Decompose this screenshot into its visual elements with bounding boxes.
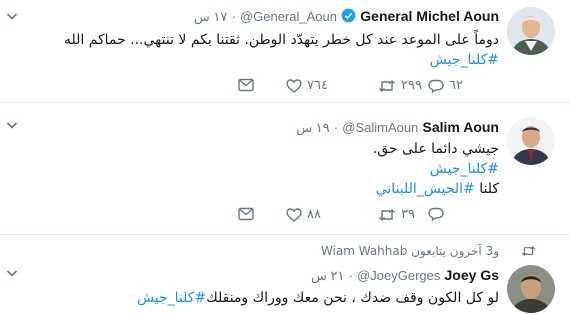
caret-down-icon[interactable] [6, 267, 18, 279]
reply-count: ٦٢ [449, 78, 463, 93]
tweet-actions: ٨٨ ٣٩ [238, 207, 498, 227]
retweet-count: ٣٩ [401, 207, 415, 222]
avatar[interactable] [507, 117, 555, 165]
social-context[interactable]: Wiam Wahhab و3 آخرون يتابعون [321, 244, 499, 258]
caret-down-icon[interactable] [6, 10, 18, 22]
tweet-header: ١٩ س · @SalimAoun Salim Aoun [296, 119, 500, 135]
message-icon [238, 207, 254, 221]
message-button[interactable] [238, 78, 254, 92]
avatar-photo [507, 117, 555, 165]
tweet-time[interactable]: ١٩ س [296, 120, 329, 135]
hashtag-link[interactable]: #الجيش_اللبناني [376, 181, 475, 197]
tweet-handle[interactable]: @General_Aoun [240, 9, 337, 24]
like-button[interactable]: ٧٦٤ [286, 78, 328, 93]
tweet-text-prefix: كلنا [479, 181, 499, 197]
tweet-text-line: جيشي دائما على حق. [372, 141, 499, 157]
tweet-handle[interactable]: @SalimAoun [342, 120, 418, 135]
retweet-icon [379, 79, 395, 92]
like-count: ٧٦٤ [307, 78, 328, 93]
tweet-time[interactable]: ١٧ س [194, 9, 227, 24]
tweet-text-line: دوماً على الموعد عند كل خطر يتهدّد الوطن… [63, 32, 499, 48]
like-count: ٨٨ [307, 207, 321, 222]
retweet-count: ٢٩٩ [401, 78, 422, 93]
caret-down-icon[interactable] [6, 119, 18, 131]
message-button[interactable] [238, 207, 254, 221]
tweet-author-name[interactable]: Salim Aoun [423, 119, 500, 135]
reply-button[interactable]: ٦٢ [428, 78, 463, 93]
tweet-text: لو كل الكون وقف ضدك ، نحن معك ووراك ومنق… [137, 288, 499, 308]
avatar-photo [507, 265, 555, 313]
tweet-time[interactable]: ٢١ س [311, 268, 344, 283]
reply-icon [428, 79, 444, 93]
follow-context-icon [521, 246, 536, 256]
tweet-text: دوماً على الموعد عند كل خطر يتهدّد الوطن… [64, 30, 499, 70]
tweet-handle[interactable]: @JoeyGerges [357, 268, 440, 283]
tweet-actions: ٧٦٤ ٢٩٩ ٦٢ [238, 78, 498, 98]
verified-badge-icon [341, 8, 356, 23]
tweet[interactable]: ١٩ س · @SalimAoun Salim Aoun جيشي دائما … [0, 103, 570, 235]
tweet-text: جيشي دائما على حق. #كلنا_جيش كلنا #الجيش… [373, 139, 499, 199]
reply-icon [428, 207, 444, 221]
tweet[interactable]: ١٧ س · @General_Aoun General Michel Aoun… [0, 0, 570, 103]
like-icon [286, 78, 302, 93]
hashtag-link[interactable]: #كلنا_جيش [430, 52, 499, 68]
tweet-header: ١٧ س · @General_Aoun General Michel Aoun [193, 8, 499, 24]
avatar[interactable] [507, 265, 555, 313]
tweet[interactable]: Wiam Wahhab و3 آخرون يتابعون ٢١ س · @Joe… [0, 235, 570, 314]
hashtag-link[interactable]: #كلنا_جيش [137, 290, 206, 306]
tweet-header: ٢١ س · @JoeyGerges Joey Gs [311, 267, 499, 283]
timeline: ١٧ س · @General_Aoun General Michel Aoun… [0, 0, 570, 314]
like-button[interactable]: ٨٨ [286, 207, 321, 222]
retweet-button[interactable]: ٣٩ [378, 207, 415, 222]
avatar-photo [507, 7, 555, 55]
reply-button[interactable] [428, 207, 449, 221]
retweet-icon [379, 208, 395, 221]
message-icon [238, 78, 254, 92]
tweet-text-line: لو كل الكون وقف ضدك ، نحن معك ووراك ومنق… [206, 290, 499, 306]
hashtag-link[interactable]: #كلنا_جيش [430, 161, 499, 177]
tweet-author-name[interactable]: Joey Gs [445, 267, 499, 283]
avatar[interactable] [507, 7, 555, 55]
retweet-button[interactable]: ٢٩٩ [378, 78, 422, 93]
tweet-author-name[interactable]: General Michel Aoun [360, 8, 499, 24]
like-icon [286, 207, 302, 222]
